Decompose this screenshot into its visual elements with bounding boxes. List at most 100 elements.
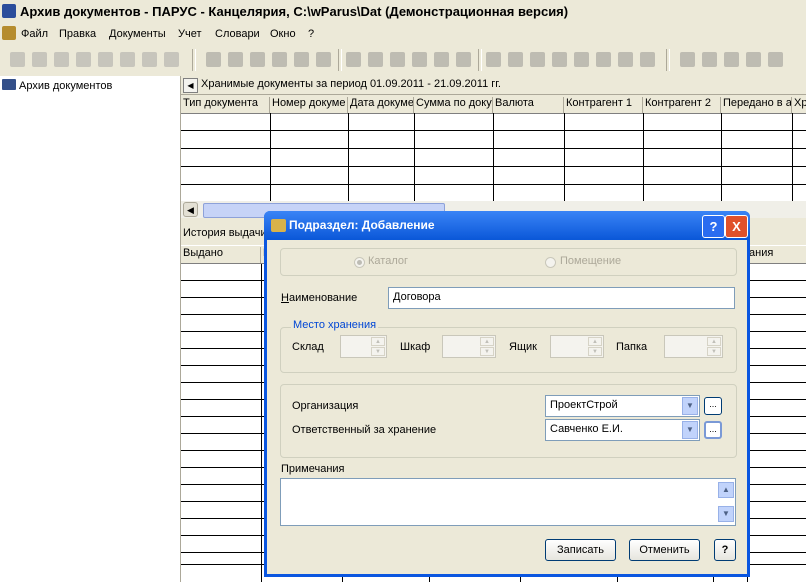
spin-down-icon[interactable]: ▼ <box>480 347 494 356</box>
delete-icon[interactable] <box>76 52 91 67</box>
spin-down-icon[interactable]: ▼ <box>588 347 602 356</box>
scroll-left-icon[interactable]: ◀ <box>183 202 198 217</box>
window-title: Архив документов - ПАРУС - Канцелярия, C… <box>20 4 569 19</box>
chevron-down-icon[interactable]: ▼ <box>682 397 698 415</box>
scroll-up-icon[interactable]: ▲ <box>718 482 734 498</box>
spin-up-icon[interactable]: ▲ <box>371 337 385 346</box>
doc-action-icon[interactable] <box>434 52 449 67</box>
responsible-browse-button[interactable]: ... <box>704 421 722 439</box>
notes-label: Примечания <box>281 463 345 475</box>
menu-help[interactable]: ? <box>308 28 314 40</box>
cabinet-stepper[interactable]: ▲ ▼ <box>442 335 496 358</box>
spin-down-icon[interactable]: ▼ <box>707 347 721 356</box>
col-header[interactable]: Хр <box>792 97 806 113</box>
folder-stepper[interactable]: ▲ ▼ <box>664 335 723 358</box>
dialog-title-bar[interactable]: Подраздел: Добавление ? X <box>264 211 750 240</box>
exit-icon[interactable] <box>768 52 783 67</box>
stored-docs-grid[interactable] <box>181 113 806 201</box>
spin-up-icon[interactable]: ▲ <box>707 337 721 346</box>
doc-action-icon[interactable] <box>250 52 265 67</box>
menu-window[interactable]: Окно <box>270 28 296 40</box>
col-header[interactable]: Контрагент 1 <box>564 97 643 113</box>
tools-icon[interactable] <box>702 52 717 67</box>
col-header[interactable]: Передано в ар <box>721 97 792 113</box>
settings-icon[interactable] <box>164 52 179 67</box>
doc-action-icon[interactable] <box>206 52 221 67</box>
toolbar-separator <box>192 49 196 71</box>
filter-icon[interactable] <box>98 52 113 67</box>
doc-action-icon[interactable] <box>574 52 589 67</box>
menu-edit[interactable]: Правка <box>59 28 96 40</box>
storage-legend: Место хранения <box>291 319 379 331</box>
menu-documents[interactable]: Документы <box>109 28 166 40</box>
edit-icon[interactable] <box>54 52 69 67</box>
menu-file[interactable]: Файл <box>21 28 48 40</box>
currency-icon[interactable] <box>508 52 523 67</box>
folder-icon[interactable] <box>724 52 739 67</box>
col-header[interactable]: Сумма по доку <box>414 97 493 113</box>
tree-node-archive[interactable]: Архив документов <box>2 79 112 92</box>
org-browse-button[interactable]: ... <box>704 397 722 415</box>
collapse-arrow-icon[interactable]: ◀ <box>183 78 198 93</box>
doc-action-icon[interactable] <box>390 52 405 67</box>
spin-up-icon[interactable]: ▲ <box>588 337 602 346</box>
menu-accounting[interactable]: Учет <box>178 28 202 40</box>
box-stepper[interactable]: ▲ ▼ <box>550 335 604 358</box>
col-header[interactable]: Выдано <box>181 247 261 263</box>
radio-catalog[interactable] <box>354 257 365 268</box>
col-header[interactable]: Контрагент 2 <box>643 97 721 113</box>
doc-action-icon[interactable] <box>368 52 383 67</box>
responsible-select[interactable]: Савченко Е.И. ▼ <box>545 419 700 441</box>
notes-textarea[interactable]: ▲ ▼ <box>280 478 736 526</box>
doc-action-icon[interactable] <box>272 52 287 67</box>
history-label: История выдачи <box>183 227 267 239</box>
doc-action-icon[interactable] <box>530 52 545 67</box>
doc-action-icon[interactable] <box>316 52 331 67</box>
doc-action-icon[interactable] <box>228 52 243 67</box>
help-button-bottom[interactable]: ? <box>714 539 736 561</box>
radio-catalog-label: Каталог <box>368 255 408 267</box>
toolbar <box>0 44 806 77</box>
doc-action-icon[interactable] <box>552 52 567 67</box>
menu-app-icon[interactable] <box>2 26 16 40</box>
spin-up-icon[interactable]: ▲ <box>480 337 494 346</box>
help-button[interactable]: ? <box>702 215 725 238</box>
calculator-icon[interactable] <box>680 52 695 67</box>
dialog-app-icon <box>271 219 286 232</box>
copy-icon[interactable] <box>32 52 47 67</box>
print-icon[interactable] <box>142 52 157 67</box>
org-select[interactable]: ПроектСтрой ▼ <box>545 395 700 417</box>
menu-dictionaries[interactable]: Словари <box>215 28 260 40</box>
doc-action-icon[interactable] <box>412 52 427 67</box>
doc-action-icon[interactable] <box>618 52 633 67</box>
dialog-title: Подраздел: Добавление <box>289 218 435 232</box>
user-icon[interactable] <box>486 52 501 67</box>
name-label: Наименование <box>281 292 358 304</box>
col-header[interactable]: ания <box>747 247 806 263</box>
chevron-down-icon[interactable]: ▼ <box>682 421 698 439</box>
spin-down-icon[interactable]: ▼ <box>371 347 385 356</box>
radio-room-label: Помещение <box>560 255 622 267</box>
doc-action-icon[interactable] <box>346 52 361 67</box>
search-icon[interactable] <box>120 52 135 67</box>
col-header[interactable]: Валюта <box>493 97 564 113</box>
doc-action-icon[interactable] <box>746 52 761 67</box>
save-button[interactable]: Записать <box>545 539 616 561</box>
doc-action-icon[interactable] <box>596 52 611 67</box>
cancel-button[interactable]: Отменить <box>629 539 700 561</box>
add-icon[interactable] <box>10 52 25 67</box>
name-input[interactable]: Договора <box>388 287 735 309</box>
subsection-dialog: Подраздел: Добавление ? X Каталог Помеще… <box>264 211 750 577</box>
toolbar-separator <box>478 49 482 71</box>
doc-action-icon[interactable] <box>640 52 655 67</box>
close-button[interactable]: X <box>725 215 748 238</box>
doc-action-icon[interactable] <box>456 52 471 67</box>
warehouse-stepper[interactable]: ▲ ▼ <box>340 335 387 358</box>
scroll-down-icon[interactable]: ▼ <box>718 506 734 522</box>
tree-node-label: Архив документов <box>19 80 113 92</box>
doc-action-icon[interactable] <box>294 52 309 67</box>
radio-room[interactable] <box>545 257 556 268</box>
col-header[interactable]: Номер докуме <box>270 97 348 113</box>
col-header[interactable]: Тип документа <box>181 97 270 113</box>
col-header[interactable]: Дата докуме <box>348 97 414 113</box>
